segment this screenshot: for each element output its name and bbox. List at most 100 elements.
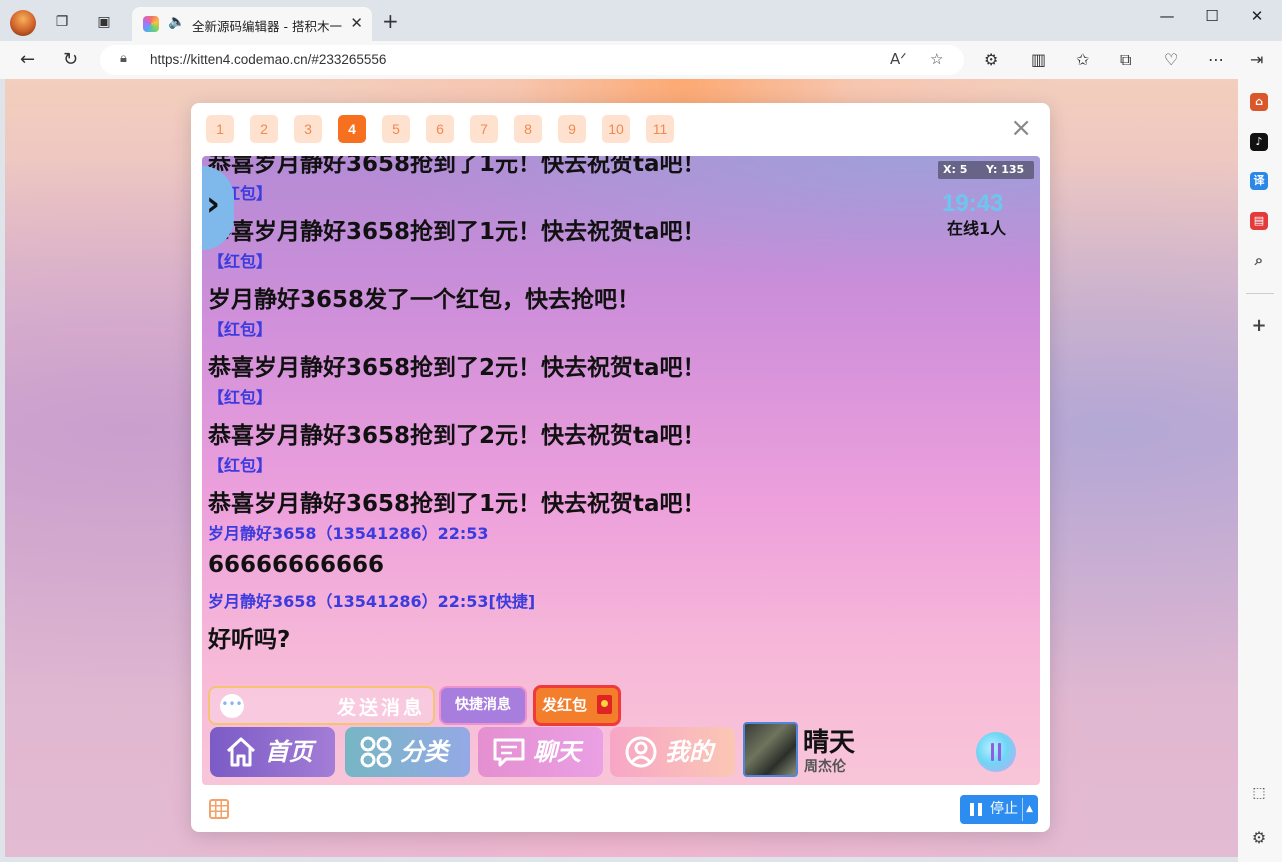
tab-bar: ❐ ▣ 🔈 全新源码编辑器 - 搭积木一样 ✕ + — ☐ ✕ [0,0,1282,41]
quick-message-button[interactable]: 快捷消息 [439,686,527,725]
workspaces-icon[interactable]: ❐ [52,12,72,32]
tab-actions-icon[interactable]: ▣ [94,12,114,32]
collections-icon[interactable]: ⧉ [1120,50,1131,70]
read-aloud-icon[interactable]: Aᐟ [890,50,907,68]
url-text: https://kitten4.codemao.cn/#233265556 [150,52,387,67]
window-close-icon[interactable]: ✕ [1242,7,1272,25]
stage-canvas[interactable]: 恭喜岁月静好3658抢到了1元！快去祝贺ta吧！ 【红包】 恭喜岁月静好3658抢到… [202,156,1040,785]
pause-icon [970,803,982,816]
chat-message: 恭喜岁月静好3658抢到了1元！快去祝贺ta吧！ [208,219,706,245]
online-count: 在线1人 [947,219,1007,238]
tab-close-icon[interactable]: ✕ [350,14,363,32]
music-pause-button[interactable] [976,732,1016,772]
preview-modal: 1 2 3 4 5 6 7 8 9 10 11 × 恭喜岁月静好3658抢到了1元！快去祝贺ta吧！… [191,103,1050,832]
nav-category-label: 分类 [400,738,448,766]
chat-meta: 【红包】 [208,320,273,339]
split-screen-icon[interactable]: ▥ [1031,50,1046,69]
chat-message: 恭喜岁月静好3658抢到了2元！快去祝贺ta吧！ [208,355,706,381]
settings-gear-icon[interactable]: ⚙ [1250,829,1268,847]
song-title: 晴天 [803,728,856,758]
nav-home-button[interactable]: 首页 [210,727,335,777]
coord-y: Y: 135 [986,163,1025,176]
extensions-icon[interactable]: ⚙ [984,50,998,69]
caret-up-icon[interactable]: ▲ [1026,795,1033,824]
coordinate-readout: X: 5 Y: 135 [938,161,1034,179]
nav-chat-button[interactable]: 聊天 [478,727,603,777]
chat-meta: 【红包】 [208,252,273,271]
song-artist: 周杰伦 [804,759,846,775]
url-field[interactable]: 🔒︎ https://kitten4.codemao.cn/#233265556… [100,45,964,75]
chat-message: 恭喜岁月静好3658抢到了1元！快去祝贺ta吧！ [208,491,706,517]
add-icon[interactable]: + [1250,317,1268,335]
screenshot-icon[interactable]: ⬚ [1250,784,1268,802]
nav-home-label: 首页 [265,738,313,766]
chat-meta: 【红包】 [208,388,273,407]
page-tab-1[interactable]: 1 [206,115,234,143]
category-icon [360,736,392,768]
page-tab-6[interactable]: 6 [426,115,454,143]
back-icon[interactable]: ← [20,49,35,70]
profile-avatar[interactable] [10,10,36,36]
page-tab-11[interactable]: 11 [646,115,674,143]
tab-favicon-icon [143,16,159,32]
chat-message: 岁月静好3658发了一个红包，快去抢吧！ [208,287,641,313]
chat-bubble-icon: ••• [220,694,244,718]
lock-icon[interactable]: 🔒︎ [120,51,127,66]
album-cover[interactable] [743,722,798,777]
browser-tab[interactable]: 🔈 全新源码编辑器 - 搭积木一样 ✕ [132,7,372,41]
sidebar-divider [1246,293,1274,294]
tiktok-icon[interactable]: ♪ [1250,133,1268,151]
redpacket-label: 发红包 [542,696,588,714]
chat-message: 恭喜岁月静好3658抢到了1元！快去祝贺ta吧！ [208,156,706,177]
page-tab-4[interactable]: 4 [338,115,366,143]
message-input[interactable]: ••• 发送消息 [208,686,435,725]
stop-button-divider [1022,798,1023,821]
page-tab-9[interactable]: 9 [558,115,586,143]
page-tab-7[interactable]: 7 [470,115,498,143]
tab-title: 全新源码编辑器 - 搭积木一样 [192,19,342,34]
favorites-icon[interactable]: ✩ [1076,50,1089,69]
chat-message: 66666666666 [208,552,385,578]
nav-mine-label: 我的 [665,738,713,766]
page-tab-2[interactable]: 2 [250,115,278,143]
user-icon [625,736,657,768]
stop-button[interactable]: 停止 ▲ [960,795,1038,824]
close-icon[interactable]: × [1010,113,1032,143]
nav-mine-button[interactable]: 我的 [610,727,735,777]
nav-chat-label: 聊天 [533,738,581,766]
chat-message: 好听吗? [208,627,291,653]
page-tab-3[interactable]: 3 [294,115,322,143]
chat-meta: 岁月静好3658（13541286）22:53[快捷] [208,592,536,611]
speaker-icon[interactable]: 🔈 [168,14,185,30]
browser-essentials-icon[interactable]: ♡ [1164,50,1178,69]
more-menu-icon[interactable]: ⋯ [1208,50,1224,69]
chevron-right-icon: › [206,184,221,224]
red-envelope-icon [597,695,612,714]
maximize-icon[interactable]: ☐ [1197,7,1227,25]
shopping-icon[interactable]: ▤ [1250,212,1268,230]
translate-icon[interactable]: 译 [1250,172,1268,190]
coord-x: X: 5 [943,163,968,176]
chat-icon [493,738,525,767]
page-tab-5[interactable]: 5 [382,115,410,143]
clock: 19:43 [942,190,1004,217]
toolbox-icon[interactable]: ⌂ [1250,93,1268,111]
nav-category-button[interactable]: 分类 [345,727,470,777]
chat-meta: 岁月静好3658（13541286）22:53 [208,524,489,543]
chat-meta: 【红包】 [208,456,273,475]
chat-message: 恭喜岁月静好3658抢到了2元！快去祝贺ta吧！ [208,423,706,449]
sidebar-toggle-icon[interactable]: ⇥ [1250,50,1263,69]
address-bar: ← ↻ 🔒︎ https://kitten4.codemao.cn/#23326… [0,41,1282,79]
minimize-icon[interactable]: — [1152,7,1182,25]
grid-icon[interactable] [209,799,229,819]
new-tab-icon[interactable]: + [382,9,399,33]
favorite-star-icon[interactable]: ☆ [930,50,943,68]
refresh-icon[interactable]: ↻ [63,49,78,70]
page-tab-8[interactable]: 8 [514,115,542,143]
home-icon [226,737,256,767]
edge-sidebar: ⌂ ♪ 译 ▤ ⌕ + ⬚ ⚙ [1238,79,1282,862]
send-redpacket-button[interactable]: 发红包 [533,685,621,726]
page-tab-10[interactable]: 10 [602,115,630,143]
message-placeholder: 发送消息 [336,697,425,719]
search-icon[interactable]: ⌕ [1250,251,1268,269]
